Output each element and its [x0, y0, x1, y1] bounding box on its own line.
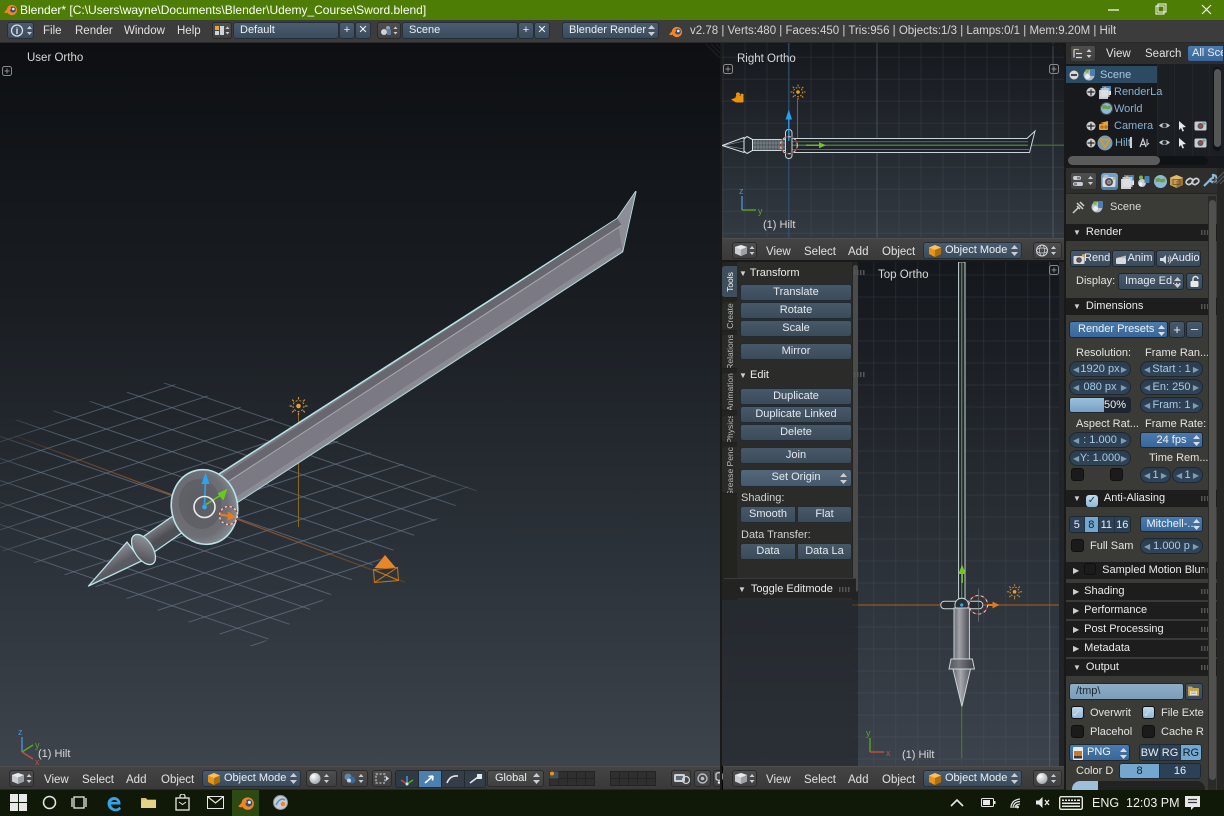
- svg-text:User Ortho: User Ortho: [27, 52, 83, 64]
- svg-text:x: x: [886, 748, 891, 758]
- svg-text:z: z: [18, 727, 23, 737]
- svg-text:Top Ortho: Top Ortho: [878, 269, 929, 281]
- svg-text:(1) Hilt: (1) Hilt: [902, 749, 934, 761]
- svg-text:y: y: [866, 728, 871, 738]
- svg-text:z: z: [739, 186, 744, 196]
- svg-text:i: i: [16, 26, 19, 36]
- svg-text:(1) Hilt: (1) Hilt: [763, 219, 795, 231]
- svg-text:(1) Hilt: (1) Hilt: [38, 748, 70, 760]
- svg-text:Right Ortho: Right Ortho: [737, 53, 796, 65]
- svg-text:y: y: [758, 206, 763, 216]
